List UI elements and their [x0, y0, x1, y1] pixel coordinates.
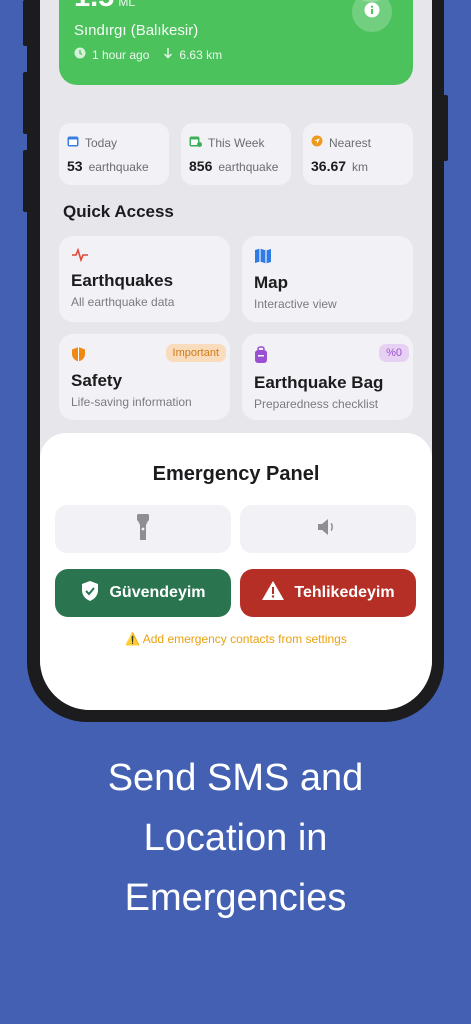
i-am-safe-button[interactable]: Güvendeyim — [55, 569, 231, 617]
card-earthquakes[interactable]: Earthquakes All earthquake data — [59, 236, 230, 322]
time-ago: 1 hour ago — [92, 47, 150, 62]
latest-earthquake-card[interactable]: 1.5ML Sındırgı (Balıkesir) 1 hour ago 6.… — [59, 0, 413, 85]
earthquake-meta: 1 hour ago 6.63 km — [74, 47, 222, 62]
phone-volume-down — [23, 150, 28, 212]
shield-icon — [71, 347, 86, 366]
flashlight-button[interactable] — [55, 505, 231, 553]
app-screen: 1.5ML Sındırgı (Balıkesir) 1 hour ago 6.… — [40, 0, 432, 710]
location-label: Sındırgı (Balıkesir) — [74, 22, 199, 39]
bag-icon — [254, 346, 268, 368]
distance: 6.63 km — [179, 47, 223, 62]
speaker-icon — [316, 517, 340, 542]
flashlight-icon — [136, 513, 150, 546]
phone-power-button — [443, 95, 448, 161]
arrow-down-icon — [163, 47, 173, 62]
caption-line-2: Location in — [143, 817, 328, 859]
siren-button[interactable] — [240, 505, 416, 553]
map-icon — [254, 248, 272, 268]
magnitude: 1.5ML — [74, 0, 135, 13]
card-earthquake-bag[interactable]: %0 Earthquake Bag Preparedness checklist — [242, 334, 413, 420]
stats-row: Today 53 earthquake This Week 856 earthqua… — [59, 123, 413, 185]
emergency-contacts-warning[interactable]: ⚠️ Add emergency contacts from settings — [40, 632, 432, 646]
caption-line-1: Send SMS and — [107, 757, 364, 799]
emergency-tools — [55, 505, 416, 553]
shield-check-icon — [80, 580, 100, 607]
phone-volume-up — [23, 72, 28, 134]
quick-access-title: Quick Access — [63, 202, 174, 221]
emergency-actions: Güvendeyim Tehlikedeyim — [55, 569, 416, 617]
card-safety[interactable]: Important Safety Life-saving information — [59, 334, 230, 420]
info-icon — [364, 2, 380, 23]
card-map[interactable]: Map Interactive view — [242, 236, 413, 322]
waveform-icon — [71, 247, 89, 266]
phone-side-button — [23, 0, 28, 46]
emergency-panel-title: Emergency Panel — [152, 463, 320, 485]
stat-this-week[interactable]: This Week 856 earthquake — [181, 123, 291, 185]
stat-nearest[interactable]: Nearest 36.67 km — [303, 123, 413, 185]
calendar-icon — [67, 135, 79, 150]
promo-caption: Send SMS and Location in Emergencies — [0, 748, 471, 928]
quick-access-grid: Earthquakes All earthquake data Map Inte… — [59, 236, 413, 420]
stat-today[interactable]: Today 53 earthquake — [59, 123, 169, 185]
info-button[interactable] — [352, 0, 392, 32]
i-am-in-danger-button[interactable]: Tehlikedeyim — [240, 569, 416, 617]
warning-triangle-icon — [261, 580, 285, 606]
emergency-panel: Emergency Panel Güvendeyim Tehlikedeyim … — [40, 433, 432, 710]
progress-badge: %0 — [379, 344, 409, 362]
important-badge: Important — [165, 344, 226, 362]
clock-icon — [74, 47, 86, 62]
calendar-check-icon — [189, 135, 202, 150]
compass-icon — [311, 135, 323, 150]
caption-line-3: Emergencies — [124, 877, 347, 919]
